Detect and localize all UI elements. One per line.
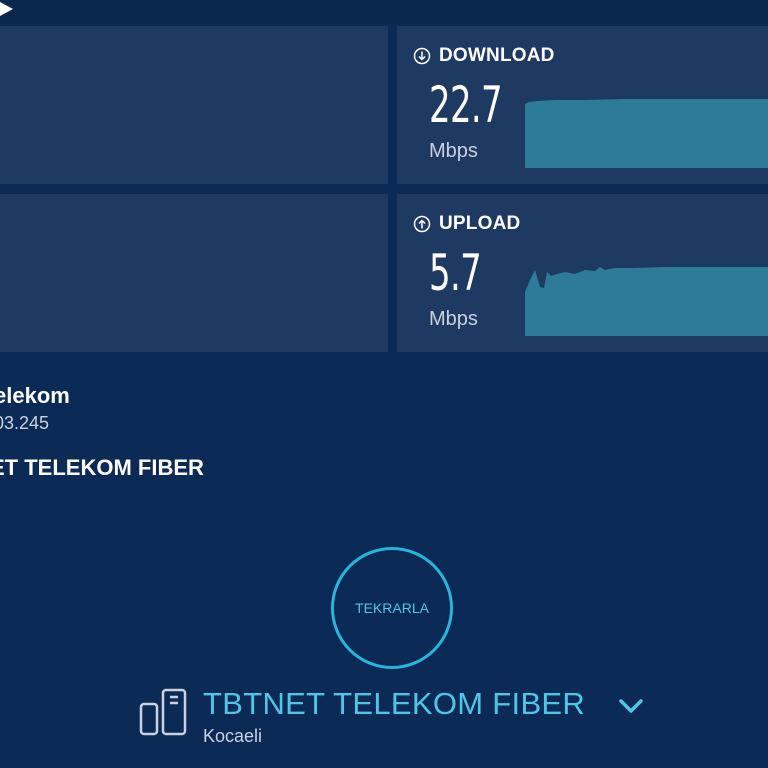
chevron-down-icon[interactable] — [617, 696, 645, 716]
provider-location: Kocaeli — [203, 726, 263, 746]
retry-button-label: TEKRARLA — [355, 600, 429, 616]
upload-label: UPLOAD — [439, 213, 521, 234]
download-label: DOWNLOAD — [439, 45, 555, 66]
left-panel-bottom — [0, 194, 388, 352]
download-unit: Mbps — [429, 140, 478, 162]
server-name: ET TELEKOM FIBER — [0, 455, 204, 480]
upload-graph — [525, 267, 768, 336]
arrow-down-circle-icon — [413, 47, 431, 65]
ip-address: 03.245 — [0, 413, 50, 433]
upload-panel: UPLOAD 5.7 Mbps — [397, 194, 768, 352]
download-panel: DOWNLOAD 22.7 Mbps — [397, 26, 768, 184]
top-bar — [0, 0, 768, 24]
download-graph — [525, 99, 768, 168]
download-header: DOWNLOAD — [413, 45, 555, 67]
arrow-up-circle-icon — [413, 215, 431, 233]
retry-button[interactable]: TEKRARLA — [331, 547, 453, 669]
upload-value: 5.7 — [429, 244, 482, 302]
server-icon — [139, 688, 187, 736]
isp-name: elekom — [0, 383, 70, 408]
upload-header: UPLOAD — [413, 213, 520, 235]
provider-name[interactable]: TBTNET TELEKOM FIBER — [203, 686, 585, 722]
connection-info: elekom 03.245 — [0, 383, 70, 434]
download-value: 22.7 — [429, 76, 503, 134]
play-icon[interactable] — [0, 0, 16, 18]
left-panel-top — [0, 26, 388, 184]
upload-unit: Mbps — [429, 308, 478, 330]
